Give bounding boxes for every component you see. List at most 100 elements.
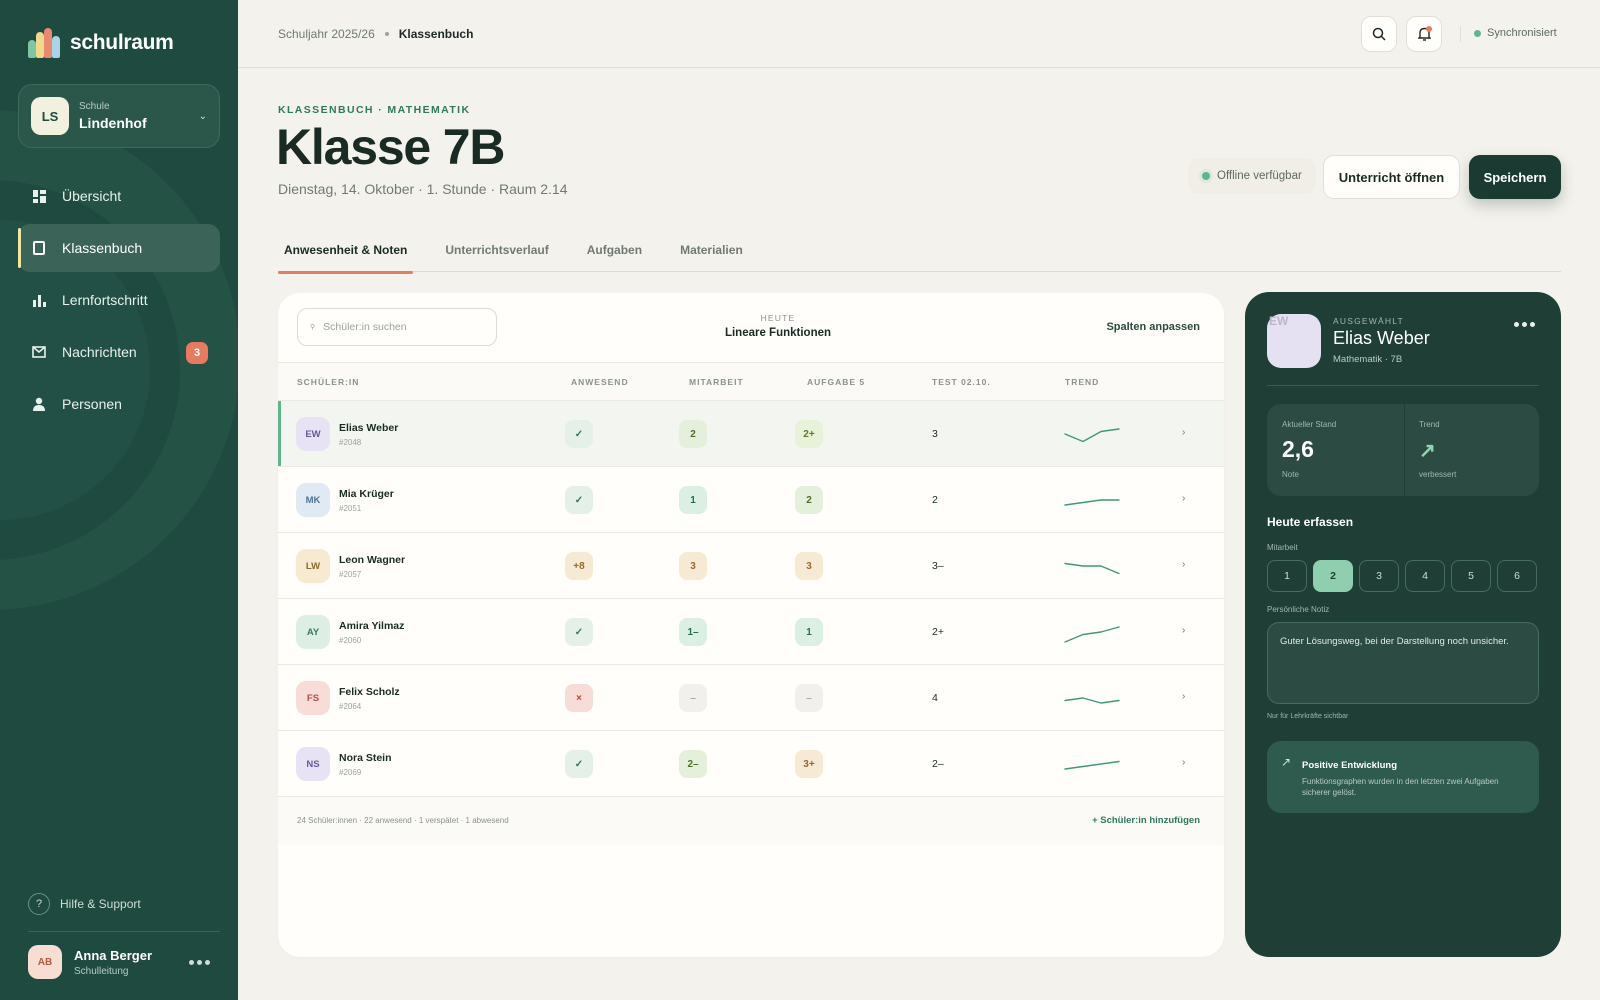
column-header-test[interactable]: TEST 02.10. [932, 377, 991, 387]
task-chip[interactable]: – [795, 684, 823, 712]
sidebar-item-label: Übersicht [62, 188, 122, 204]
sidebar-item-klassenbuch[interactable]: Klassenbuch [18, 224, 220, 272]
test-grade: 3– [932, 560, 944, 572]
more-options-icon[interactable] [189, 959, 210, 965]
table-row[interactable]: AY Amira Yilmaz #2060 ✓ 1– 1 2+ › [278, 599, 1224, 665]
participation-chip[interactable]: 3 [679, 552, 707, 580]
column-header-student[interactable]: SCHÜLER:IN [297, 377, 359, 387]
more-options-icon[interactable] [1514, 322, 1535, 327]
sidebar-item-label: Klassenbuch [62, 240, 143, 256]
task-chip[interactable]: 2+ [795, 420, 823, 448]
participation-chip[interactable]: – [679, 684, 707, 712]
test-grade: 2 [932, 494, 938, 506]
table-row[interactable]: MK Mia Krüger #2051 ✓ 1 2 2 › [278, 467, 1224, 533]
avatar: AY [296, 615, 330, 649]
grade-option-3[interactable]: 3 [1359, 560, 1399, 592]
student-name: Nora Stein [339, 752, 392, 764]
column-header-present[interactable]: ANWESEND [571, 377, 629, 387]
selected-label: AUSGEWÄHLT [1333, 316, 1404, 326]
help-label: Hilfe & Support [60, 897, 141, 911]
column-header-trend[interactable]: TREND [1065, 377, 1099, 387]
trend-label: Trend [1419, 420, 1440, 429]
sidebar-item-uebersicht[interactable]: Übersicht [18, 172, 220, 220]
grade-option-4[interactable]: 4 [1405, 560, 1445, 592]
column-header-participation[interactable]: MITARBEIT [689, 377, 744, 387]
status-dot [1474, 29, 1481, 37]
chevron-right-icon[interactable]: › [1182, 493, 1185, 504]
search-input[interactable]: ⚲ Schüler:in suchen [297, 308, 497, 346]
user-profile[interactable]: AB Anna Berger Schulleitung [28, 945, 210, 979]
tab-materialien[interactable]: Materialien [674, 228, 749, 272]
page-subtitle: Dienstag, 14. Oktober · 1. Stunde · Raum… [278, 181, 568, 197]
grade-option-2[interactable]: 2 [1313, 560, 1353, 592]
question-icon: ? [28, 893, 50, 915]
attendance-chip[interactable]: ✓ [565, 750, 593, 778]
table-row[interactable]: NS Nora Stein #2069 ✓ 2– 3+ 2– › [278, 731, 1224, 797]
add-student-button[interactable]: + Schüler:in hinzufügen [1092, 815, 1200, 826]
brand[interactable]: schulraum [28, 28, 174, 58]
participation-chip[interactable]: 1– [679, 618, 707, 646]
sidebar-item-personen[interactable]: Personen [18, 380, 220, 428]
trend-sparkline [1064, 697, 1120, 704]
attendance-chip[interactable]: +8 [565, 552, 593, 580]
student-name: Amira Yilmaz [339, 620, 405, 632]
task-chip[interactable]: 3 [795, 552, 823, 580]
sidebar-item-label: Nachrichten [62, 344, 137, 360]
grade-option-1[interactable]: 1 [1267, 560, 1307, 592]
sidebar-nav: Übersicht Klassenbuch Lernfortschritt Na… [18, 172, 220, 432]
participation-label: Mitarbeit [1267, 543, 1298, 552]
column-header-task[interactable]: AUFGABE 5 [807, 377, 865, 387]
search-icon: ⚲ [310, 324, 316, 331]
note-hint: Nur für Lehrkräfte sichtbar [1267, 713, 1349, 720]
table-row[interactable]: FS Felix Scholz #2064 × – – 4 › [278, 665, 1224, 731]
tab-bar: Anwesenheit & Noten Unterrichtsverlauf A… [278, 228, 1561, 274]
selected-student-name: Elias Weber [1333, 328, 1430, 348]
divider [1404, 404, 1405, 496]
help-support-link[interactable]: ? Hilfe & Support [28, 893, 141, 915]
insight-text: Funktionsgraphen wurden in den letzten z… [1302, 777, 1499, 798]
student-detail-panel: EW AUSGEWÄHLT Elias Weber Mathematik · 7… [1245, 292, 1561, 957]
trend-sparkline [1064, 428, 1120, 443]
unread-badge: 3 [186, 342, 208, 364]
table-row[interactable]: EW Elias Weber #2048 ✓ 2 2+ 3 › [278, 401, 1224, 467]
tab-aufgaben[interactable]: Aufgaben [581, 228, 648, 272]
attendance-chip[interactable]: ✓ [565, 420, 593, 448]
chevron-right-icon[interactable]: › [1182, 559, 1185, 570]
attendance-chip[interactable]: ✓ [565, 618, 593, 646]
note-textarea[interactable]: Guter Lösungsweg, bei der Darstellung no… [1267, 622, 1539, 704]
table-body: EW Elias Weber #2048 ✓ 2 2+ 3 › MK Mia Krüger … [278, 401, 1224, 797]
task-chip[interactable]: 2 [795, 486, 823, 514]
task-chip[interactable]: 3+ [795, 750, 823, 778]
participation-chip[interactable]: 2– [679, 750, 707, 778]
breadcrumb-parent[interactable]: Schuljahr 2025/26 [278, 27, 375, 41]
search-button[interactable] [1361, 16, 1397, 52]
sidebar-item-lernfortschritt[interactable]: Lernfortschritt [18, 276, 220, 324]
breadcrumb: Schuljahr 2025/26 Klassenbuch [278, 27, 473, 41]
attendance-chip[interactable]: ✓ [565, 486, 593, 514]
grade-option-5[interactable]: 5 [1451, 560, 1491, 592]
participation-chip[interactable]: 1 [679, 486, 707, 514]
attendance-chip[interactable]: × [565, 684, 593, 712]
tab-anwesenheit-noten[interactable]: Anwesenheit & Noten [278, 228, 414, 274]
grade-option-6[interactable]: 6 [1497, 560, 1537, 592]
student-id: #2060 [339, 636, 362, 645]
sync-status: Synchronisiert [1474, 27, 1557, 39]
avatar: MK [296, 483, 330, 517]
customize-columns-button[interactable]: Spalten anpassen [1106, 321, 1200, 333]
avatar: NS [296, 747, 330, 781]
sidebar-item-nachrichten[interactable]: Nachrichten 3 [18, 328, 220, 376]
school-switcher[interactable]: LS Schule Lindenhof ⌄ [18, 84, 220, 148]
note-label: Persönliche Notiz [1267, 605, 1330, 614]
tab-unterrichtsverlauf[interactable]: Unterrichtsverlauf [439, 228, 554, 272]
open-lesson-button[interactable]: Unterricht öffnen [1323, 155, 1460, 199]
chevron-right-icon[interactable]: › [1182, 757, 1185, 768]
chevron-right-icon[interactable]: › [1182, 691, 1185, 702]
table-row[interactable]: LW Leon Wagner #2057 +8 3 3 3– › [278, 533, 1224, 599]
notifications-button[interactable] [1406, 16, 1442, 52]
test-grade: 4 [932, 692, 938, 704]
participation-chip[interactable]: 2 [679, 420, 707, 448]
chevron-right-icon[interactable]: › [1182, 625, 1185, 636]
save-button[interactable]: Speichern [1469, 155, 1561, 199]
task-chip[interactable]: 1 [795, 618, 823, 646]
chevron-right-icon[interactable]: › [1182, 427, 1185, 438]
